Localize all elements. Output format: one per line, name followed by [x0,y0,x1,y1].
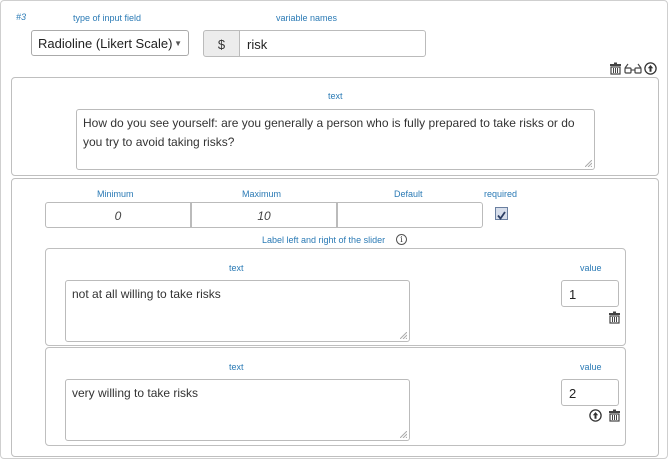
checkmark-icon [497,211,506,220]
label-right-value-input[interactable]: 2 [561,379,619,406]
label-left-value-input[interactable]: 1 [561,280,619,307]
label-right-value-label: value [580,362,602,372]
variable-prefix: $ [203,30,240,57]
default-label: Default [394,189,423,199]
minimum-label: Minimum [97,189,134,199]
input-type-select[interactable]: Radioline (Likert Scale) ▼ [31,30,189,56]
resize-handle-icon[interactable] [585,160,592,167]
glasses-icon[interactable] [624,62,642,75]
arrow-up-circle-icon[interactable] [644,62,657,75]
required-checkbox[interactable] [495,207,508,220]
label-left-textarea[interactable]: not at all willing to take risks [65,280,410,342]
question-text: How do you see yourself: are you general… [83,116,575,149]
variable-names-label: variable names [276,13,338,23]
trash-icon[interactable] [608,409,621,422]
required-label: required [484,189,518,199]
maximum-input[interactable]: 10 [191,202,337,228]
label-right-textarea[interactable]: very willing to take risks [65,379,410,441]
label-right-text: very willing to take risks [72,386,199,400]
default-input[interactable] [337,202,483,228]
maximum-label: Maximum [242,189,282,199]
label-left-text: not at all willing to take risks [72,287,221,301]
slider-label-right-panel: text value very willing to take risks 2 [45,347,626,446]
minimum-input[interactable]: 0 [45,202,191,228]
resize-handle-icon[interactable] [400,332,407,339]
slider-labels-heading: Label left and right of the slider [262,235,386,245]
chevron-down-icon: ▼ [174,39,182,48]
field-number: #3 [16,12,27,22]
label-right-text-label: text [229,362,244,372]
label-left-value-label: value [580,263,602,273]
question-textarea[interactable]: How do you see yourself: are you general… [76,109,595,170]
question-text-panel: text How do you see yourself: are you ge… [11,77,659,176]
info-icon[interactable]: i [396,234,407,245]
question-text-label: text [328,91,343,101]
type-of-input-field-label: type of input field [73,13,142,23]
trash-icon[interactable] [608,311,621,324]
arrow-up-circle-icon[interactable] [589,409,602,422]
resize-handle-icon[interactable] [400,431,407,438]
variable-name-input[interactable]: risk [239,30,426,57]
input-type-selected: Radioline (Likert Scale) [38,36,173,51]
label-left-text-label: text [229,263,244,273]
input-field-card: #3 type of input field variable names Ra… [0,0,668,459]
trash-icon[interactable] [609,62,622,75]
slider-label-left-panel: text value not at all willing to take ri… [45,248,626,346]
